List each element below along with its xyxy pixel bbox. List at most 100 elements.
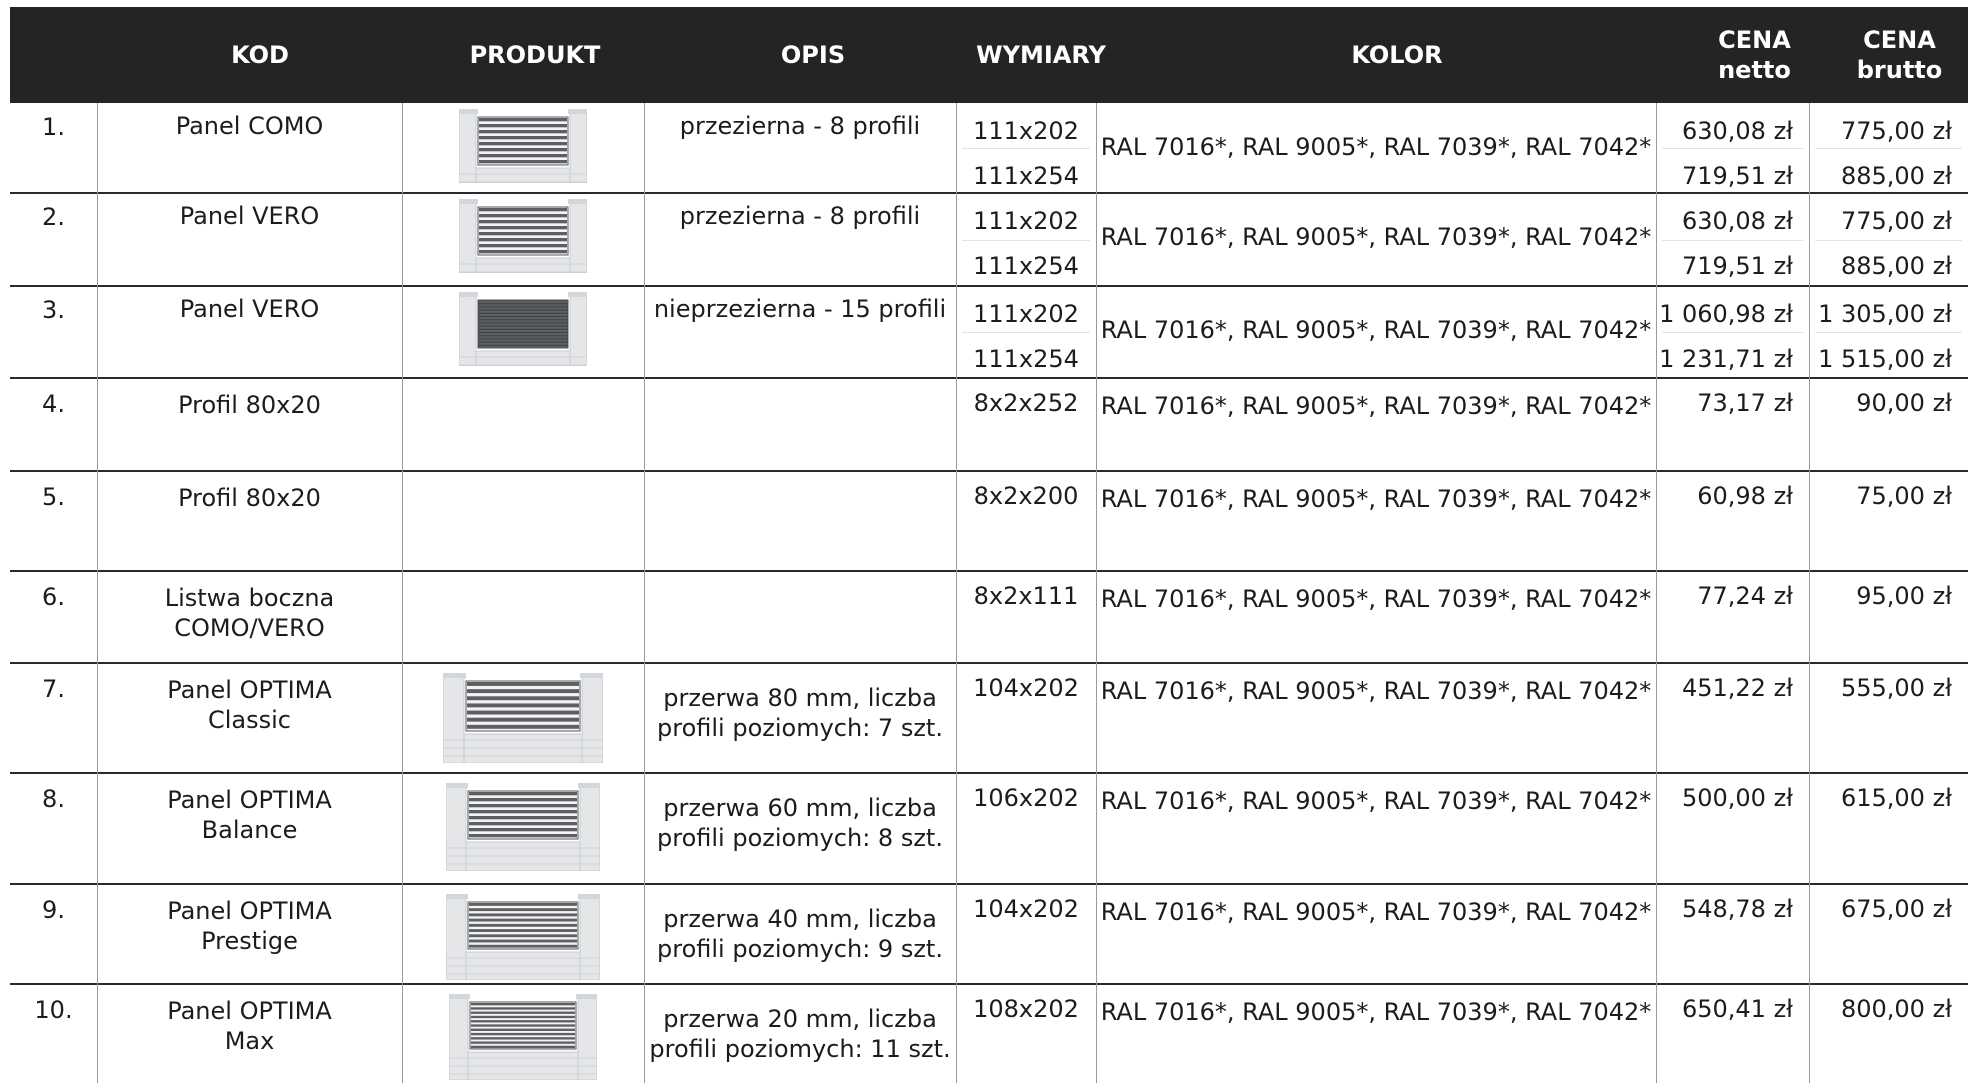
description-line1: przerwa 60 mm, liczba (663, 794, 937, 822)
header-produkt: PRODUKT (469, 41, 601, 69)
product-description: przerwa 60 mm, liczba profili poziomych: … (644, 773, 956, 884)
fence-panel-image (445, 783, 601, 872)
row-separator (10, 772, 1968, 774)
table-row: 8. Panel OPTIMA Balance przerwa 60 mm, licz… (10, 773, 1968, 884)
product-code: Listwa boczna COMO/VERO (97, 571, 402, 663)
product-code-line2: Prestige (201, 927, 298, 955)
dimension-value: 104x202 (973, 674, 1079, 702)
row-separator (10, 983, 1968, 985)
column-separator (1096, 103, 1097, 1083)
product-code-line1: Panel OPTIMA (167, 786, 332, 814)
product-description: przerwa 40 mm, liczba profili poziomych: … (644, 884, 956, 984)
description-line1: nieprzezierna - 15 profili (653, 295, 947, 323)
row-number: 9. (42, 896, 65, 924)
price-netto-value: 1 231,71 zł (1659, 345, 1793, 373)
product-description: przezierna - 8 profili (644, 193, 956, 286)
product-image (458, 290, 588, 370)
column-separator (97, 103, 98, 1083)
table-row: 7. Panel OPTIMA Classic przerwa 80 mm, licz… (10, 663, 1968, 773)
table-row: 3. Panel VERO nieprzezierna - 15 profili 11… (10, 286, 1968, 378)
cell-divider (1662, 240, 1803, 241)
color-options: RAL 7016*, RAL 9005*, RAL 7039*, RAL 704… (1100, 316, 1652, 344)
dimensions: 8x2x200 (956, 471, 1096, 571)
price-brutto: 555,00 zł (1809, 663, 1968, 773)
color-options: RAL 7016*, RAL 9005*, RAL 7039*, RAL 704… (1100, 677, 1652, 705)
description-line1: przerwa 80 mm, liczba (663, 684, 937, 712)
cell-divider (1815, 240, 1962, 241)
product-description (644, 471, 956, 571)
product-code-line1: Profil 80x20 (178, 391, 321, 419)
row-number: 1. (42, 113, 65, 141)
price-netto-value: 500,00 zł (1681, 784, 1793, 812)
price-brutto-value: 800,00 zł (1840, 995, 1952, 1023)
row-number: 5. (42, 483, 65, 511)
price-netto-value: 650,41 zł (1681, 995, 1793, 1023)
product-image (442, 671, 604, 767)
row-separator (10, 570, 1968, 572)
table-row: 9. Panel OPTIMA Prestige przerwa 40 mm, lic… (10, 884, 1968, 984)
header-cena-brutto-line1: CENA (1863, 26, 1936, 54)
price-netto: 73,17 zł (1656, 378, 1809, 471)
color-options: RAL 7016*, RAL 9005*, RAL 7039*, RAL 704… (1100, 223, 1652, 251)
price-brutto-value: 775,00 zł (1840, 207, 1952, 235)
header-cena-brutto-line2: brutto (1856, 56, 1943, 84)
price-brutto-value: 75,00 zł (1856, 482, 1952, 510)
product-image (445, 781, 601, 875)
fence-panel-image (458, 292, 588, 367)
dimensions: 104x202 (956, 663, 1096, 773)
product-description: przerwa 20 mm, liczba profili poziomych: … (644, 984, 956, 1083)
price-brutto-value: 615,00 zł (1840, 784, 1952, 812)
cell-divider (1662, 332, 1803, 333)
product-image (458, 197, 588, 277)
product-code: Panel OPTIMA Prestige (97, 884, 402, 984)
product-description: przezierna - 8 profili (644, 103, 956, 193)
fence-panel-image (458, 109, 588, 184)
product-code-line1: Panel VERO (179, 295, 320, 323)
price-netto-value: 73,17 zł (1697, 389, 1793, 417)
row-number: 2. (42, 203, 65, 231)
color-options: RAL 7016*, RAL 9005*, RAL 7039*, RAL 704… (1100, 898, 1652, 926)
price-brutto: 75,00 zł (1809, 471, 1968, 571)
price-netto-value: 630,08 zł (1681, 207, 1793, 235)
dimension-value: 111x254 (973, 252, 1079, 280)
product-code-line2: Max (224, 1027, 275, 1055)
cell-divider (1815, 332, 1962, 333)
color-options: RAL 7016*, RAL 9005*, RAL 7039*, RAL 704… (1100, 585, 1652, 613)
dimension-value: 106x202 (973, 784, 1079, 812)
table-row: 10. Panel OPTIMA Max przerwa 20 mm, liczba p… (10, 984, 1968, 1083)
column-separator (956, 103, 957, 1083)
price-netto-value: 1 060,98 zł (1659, 300, 1793, 328)
product-code-line2: Balance (201, 816, 298, 844)
product-code: Profil 80x20 (97, 471, 402, 571)
product-code-line1: Profil 80x20 (178, 484, 321, 512)
dimension-value: 111x202 (973, 300, 1079, 328)
price-brutto: 675,00 zł (1809, 884, 1968, 984)
price-netto-value: 548,78 zł (1681, 895, 1793, 923)
table-row: 1. Panel COMO przezierna - 8 profili 111x20… (10, 103, 1968, 193)
cell-divider (962, 332, 1090, 333)
product-code-line2: Classic (207, 706, 291, 734)
dimension-value: 108x202 (973, 995, 1079, 1023)
product-code: Panel OPTIMA Max (97, 984, 402, 1083)
price-netto: 77,24 zł (1656, 571, 1809, 663)
product-code: Panel VERO (97, 286, 402, 378)
row-separator (10, 285, 1968, 287)
product-code-line1: Panel OPTIMA (167, 897, 332, 925)
dimension-value: 104x202 (973, 895, 1079, 923)
price-netto-value: 60,98 zł (1697, 482, 1793, 510)
product-image (445, 892, 601, 984)
dimensions: 8x2x252 (956, 378, 1096, 471)
price-netto: 451,22 zł (1656, 663, 1809, 773)
dimension-value: 111x202 (973, 207, 1079, 235)
price-netto-value: 451,22 zł (1681, 674, 1793, 702)
column-separator (1656, 103, 1657, 1083)
product-code: Panel COMO (97, 103, 402, 193)
price-netto-value: 719,51 zł (1681, 252, 1793, 280)
price-brutto: 615,00 zł (1809, 773, 1968, 884)
header-opis: OPIS (780, 41, 846, 69)
fence-panel-image (445, 894, 601, 981)
dimensions: 106x202 (956, 773, 1096, 884)
product-code: Panel OPTIMA Classic (97, 663, 402, 773)
product-code-line1: Panel VERO (179, 202, 320, 230)
price-brutto-value: 555,00 zł (1840, 674, 1952, 702)
